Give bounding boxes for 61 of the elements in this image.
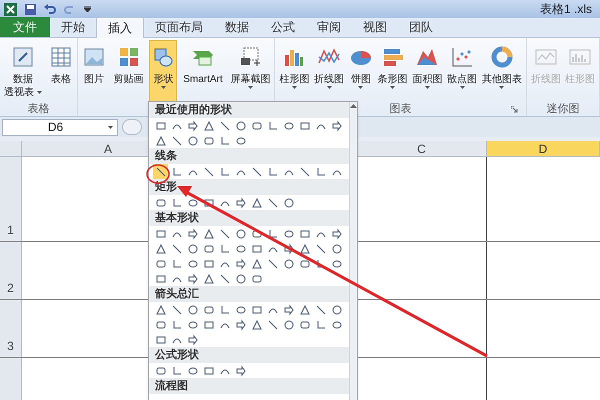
row-header[interactable]: 3 <box>0 300 22 357</box>
scroll-up-icon[interactable] <box>350 104 357 108</box>
customize-toolbar-icon[interactable] <box>84 6 91 12</box>
ribbon-button[interactable]: 散点图 <box>445 40 480 102</box>
table-icon <box>10 45 35 69</box>
ribbon-button[interactable]: 数据 透视表 <box>2 40 44 102</box>
scrollbar[interactable] <box>349 102 357 400</box>
section-header: 公式形状 <box>149 347 349 363</box>
ribbon-button[interactable]: 柱形图 <box>277 40 312 102</box>
ribbon-button[interactable]: 折线图 <box>312 40 346 102</box>
section-header: 箭头总汇 <box>149 286 349 302</box>
ribbon-button[interactable]: 其他图表 <box>480 40 524 102</box>
caret-icon <box>326 86 332 89</box>
caret-icon <box>292 86 297 89</box>
excel-logo-icon <box>4 2 17 16</box>
caret-icon <box>358 86 364 89</box>
ribbon-tab[interactable]: 插入 <box>96 17 144 38</box>
donut-chart-icon <box>490 45 514 69</box>
name-box[interactable]: D6 <box>2 118 118 136</box>
ribbon-button[interactable]: 图片 <box>80 40 108 102</box>
caret-icon <box>108 126 113 128</box>
dialog-launcher-icon[interactable] <box>511 106 518 113</box>
section-header: 最近使用的形状 <box>149 102 349 118</box>
group-label: 迷你图 <box>546 102 580 118</box>
ribbon-tab[interactable]: 公式 <box>260 17 306 37</box>
ribbon-button[interactable]: 饼图 <box>346 40 375 102</box>
ribbon-button[interactable]: 屏幕截图 <box>228 40 272 102</box>
window-title: 表格1 .xls <box>540 1 593 18</box>
ribbon-tab[interactable]: 审阅 <box>306 17 352 37</box>
ribbon-button[interactable]: 形状 <box>149 40 178 102</box>
ribbon-button[interactable]: 表格 <box>46 40 75 102</box>
caret-icon <box>499 86 504 89</box>
section-header: 流程图 <box>149 378 349 394</box>
caret-icon <box>424 86 430 89</box>
ribbon-button[interactable]: 剪贴画 <box>112 40 146 102</box>
caret-icon <box>36 90 42 94</box>
screenshot-icon <box>238 45 262 69</box>
column-header[interactable]: D <box>487 141 600 156</box>
group-label: 图表 <box>390 102 412 118</box>
row-header[interactable]: 1 <box>0 157 22 241</box>
table-icon <box>48 45 73 69</box>
ribbon-button[interactable]: 条形图 <box>376 40 410 102</box>
scatter-chart-icon <box>450 45 474 69</box>
caret-icon <box>160 86 166 89</box>
undo-icon[interactable] <box>44 4 56 14</box>
section-header: 基本形状 <box>149 210 349 226</box>
caret-icon <box>460 86 465 89</box>
shape-icon[interactable] <box>153 164 168 179</box>
group-label: 表格 <box>27 102 50 118</box>
section-header: 线条 <box>149 148 349 164</box>
ribbon-tab[interactable]: 开始 <box>50 17 96 37</box>
file-tab[interactable]: 文件 <box>0 17 50 37</box>
ribbon-tab[interactable]: 数据 <box>214 17 260 37</box>
ribbon-button[interactable]: 面积图 <box>410 40 444 102</box>
row-header[interactable]: 2 <box>0 242 22 299</box>
ribbon-tab[interactable]: 页面布局 <box>144 17 214 37</box>
caret-icon <box>248 86 253 89</box>
ribbon-tab[interactable]: 视图 <box>352 17 398 37</box>
ribbon-tab[interactable]: 团队 <box>398 17 444 37</box>
save-icon[interactable] <box>25 4 36 14</box>
caret-icon <box>390 86 396 89</box>
